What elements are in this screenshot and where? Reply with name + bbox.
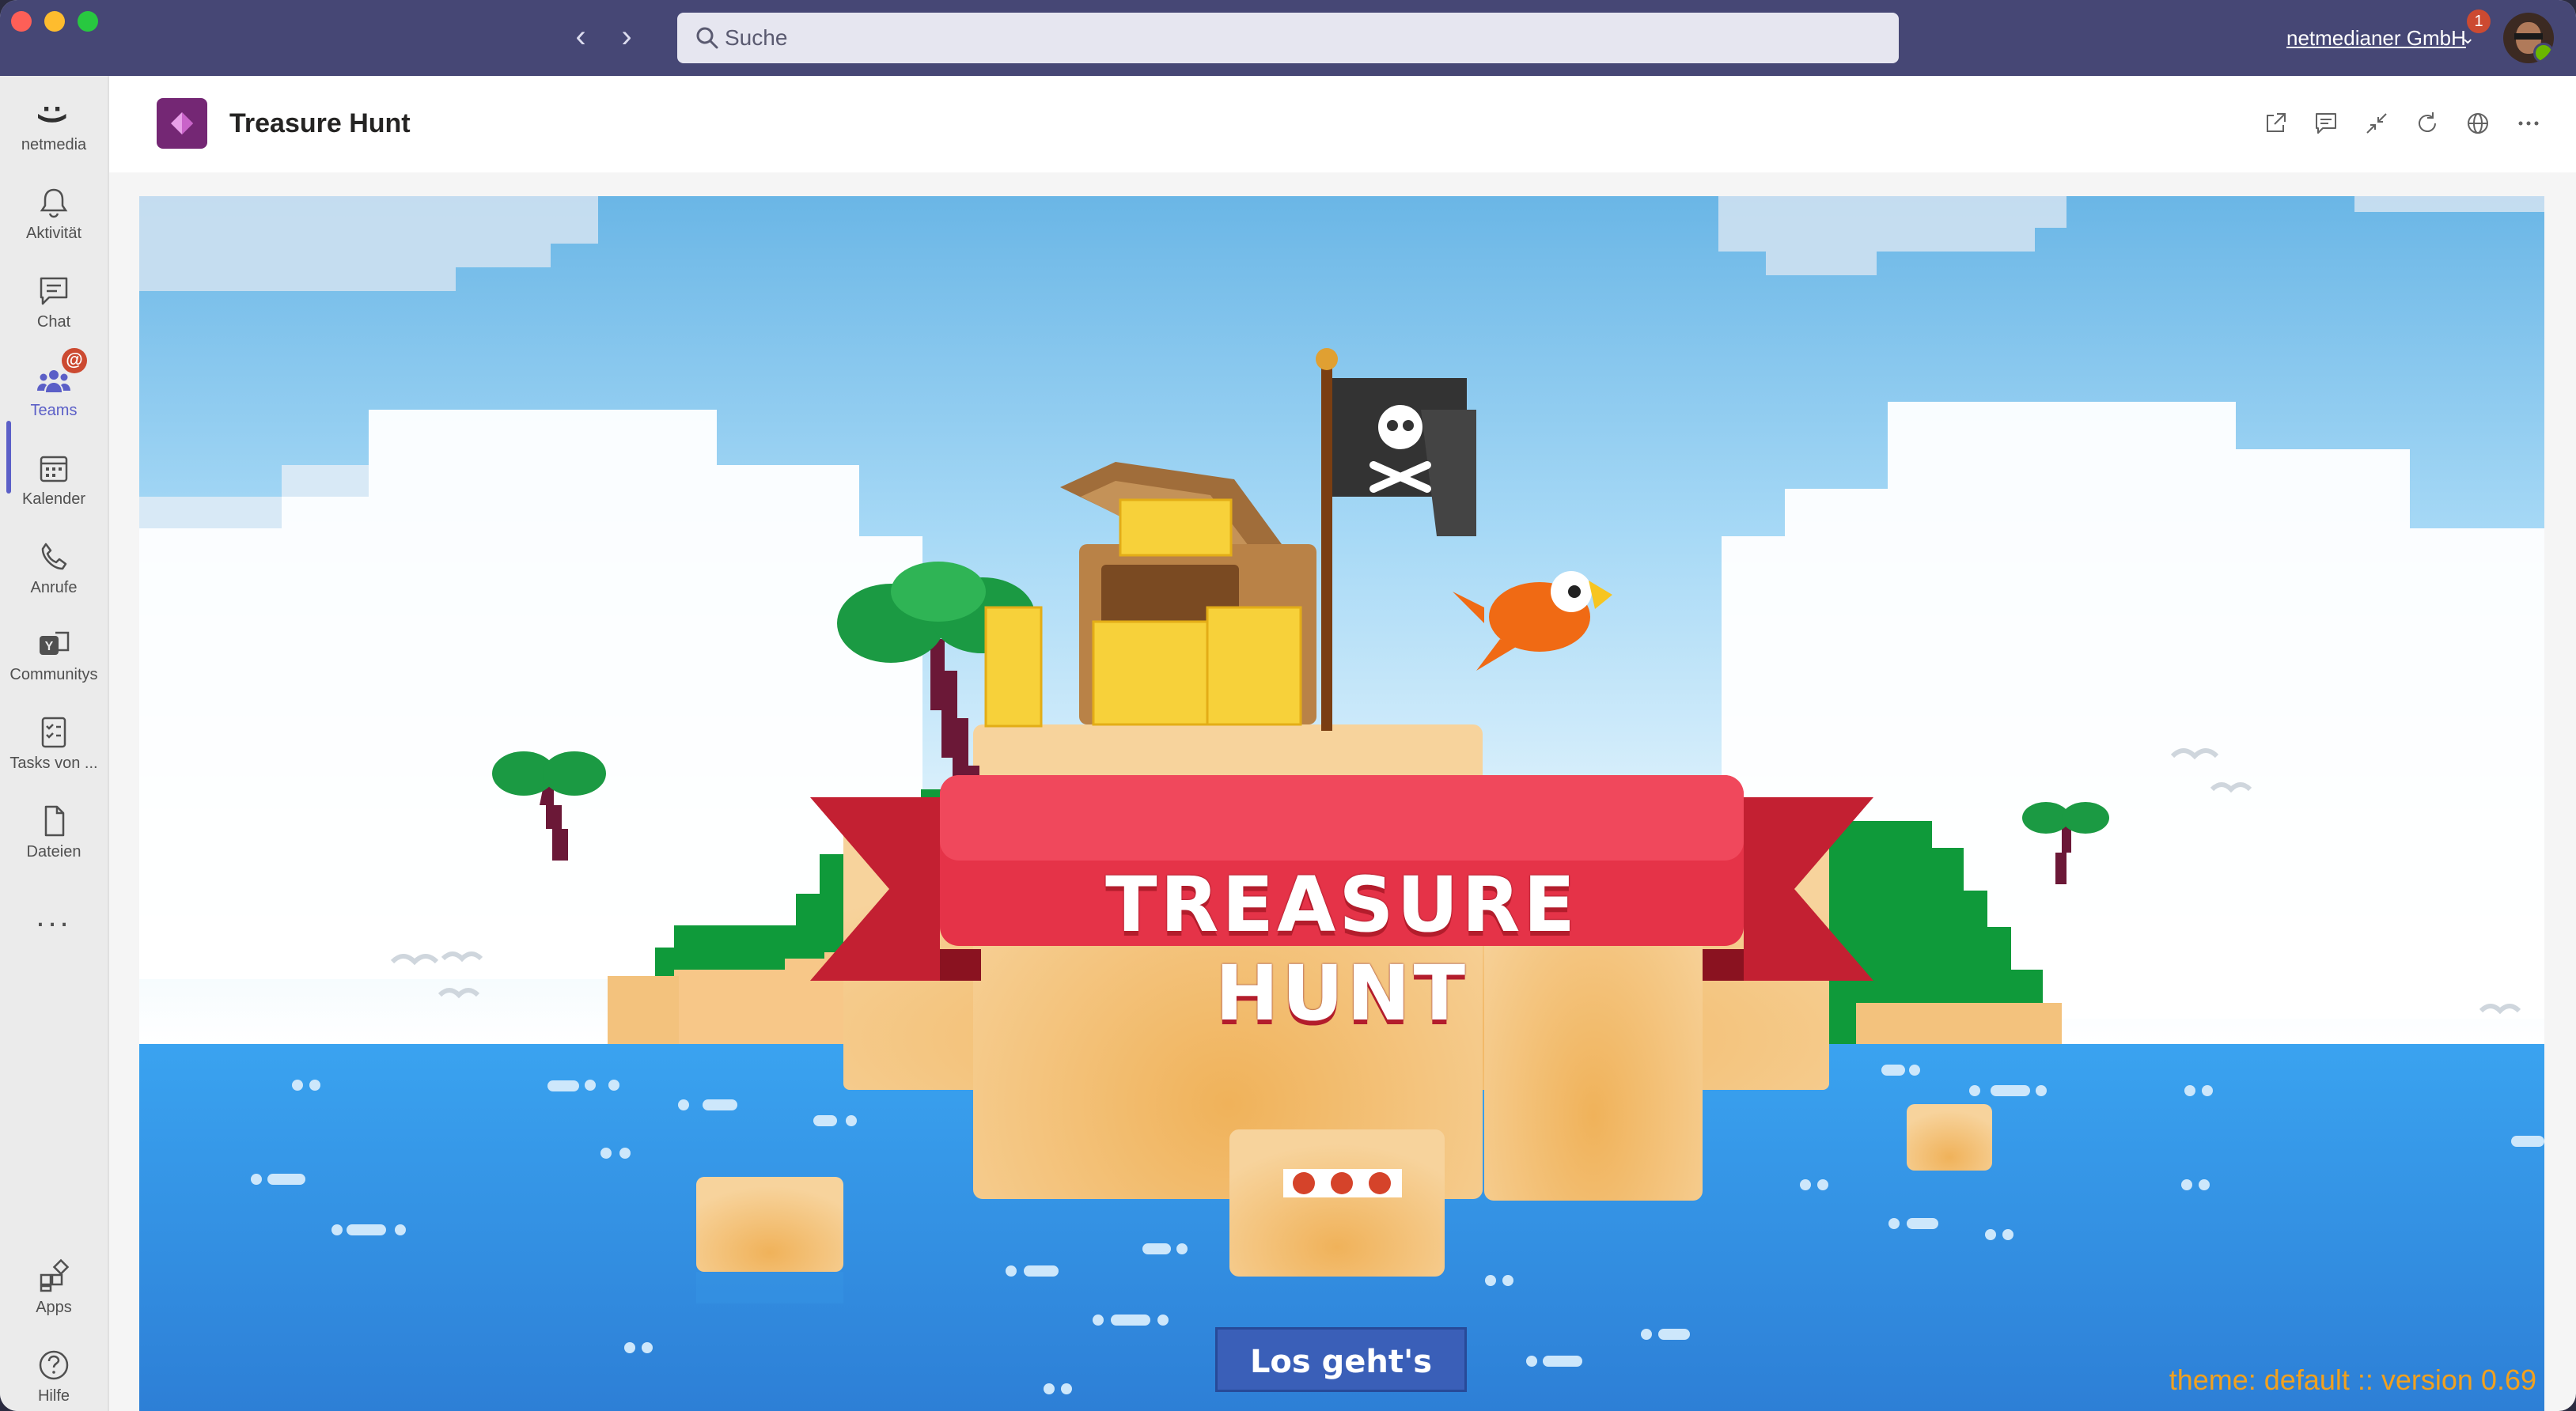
rail-item-label: Apps <box>36 1299 72 1316</box>
treasure-chest <box>984 462 1316 728</box>
help-icon <box>39 1350 69 1380</box>
back-button[interactable]: ‹ <box>563 19 598 54</box>
rail-item-label: Teams <box>30 402 78 419</box>
rail-item-label: Hilfe <box>37 1387 70 1405</box>
rail-item-communities[interactable]: Y Communitys <box>0 617 108 701</box>
rail-item-help[interactable]: Hilfe <box>0 1338 108 1411</box>
title-bar: ‹ › Suche netmedianer GmbH ⌄ 1 <box>0 0 2576 76</box>
more-apps-button[interactable]: ... <box>0 898 108 934</box>
mention-badge: @ <box>62 348 87 373</box>
rail-item-label: Anrufe <box>30 579 78 596</box>
close-window-button[interactable] <box>11 11 32 32</box>
presence-available-icon <box>2533 43 2554 63</box>
rail-item-label: Communitys <box>9 666 98 683</box>
zoom-window-button[interactable] <box>78 11 98 32</box>
rail-item-netmedia[interactable]: :) netmedia <box>0 87 108 171</box>
rail-item-calls[interactable]: Anrufe <box>0 530 108 614</box>
parrot <box>1453 571 1612 671</box>
minimize-window-button[interactable] <box>44 11 65 32</box>
organization-switcher[interactable]: netmedianer GmbH <box>2286 24 2466 52</box>
rail-item-calendar[interactable]: Kalender <box>0 441 108 525</box>
popout-icon[interactable] <box>2261 109 2290 138</box>
rail-item-teams[interactable]: Teams <box>0 353 108 437</box>
svg-text:Y: Y <box>45 640 54 653</box>
power-apps-logo-icon <box>157 98 207 149</box>
search-icon <box>696 27 718 49</box>
communities-icon: Y <box>40 631 70 655</box>
apps-icon <box>40 1258 70 1292</box>
app-header: Treasure Hunt <box>109 76 2576 172</box>
refresh-icon[interactable] <box>2413 109 2442 138</box>
teams-window: ‹ › Suche netmedianer GmbH ⌄ 1 :) netmed… <box>0 0 2576 1411</box>
phone-icon <box>41 543 67 570</box>
conversation-icon[interactable] <box>2312 109 2340 138</box>
rail-item-tasks[interactable]: Tasks von ... <box>0 706 108 789</box>
page-title: Treasure Hunt <box>229 108 411 138</box>
rail-item-files[interactable]: Dateien <box>0 794 108 878</box>
more-options-icon[interactable] <box>2514 109 2543 138</box>
calendar-icon <box>40 456 68 482</box>
rail-item-chat[interactable]: Chat <box>0 264 108 348</box>
rail-item-activity[interactable]: Aktivität <box>0 176 108 259</box>
rail-item-label: Aktivität <box>25 225 82 242</box>
collapse-icon[interactable] <box>2362 109 2391 138</box>
smiley-icon: :) <box>37 104 70 124</box>
avatar[interactable] <box>2503 13 2554 63</box>
notification-badge: 1 <box>2467 9 2491 33</box>
globe-icon[interactable] <box>2464 109 2492 138</box>
files-icon <box>44 805 65 837</box>
app-rail: :) netmedia Aktivität Chat Teams @ Kalen… <box>0 76 109 1411</box>
chat-icon <box>40 277 68 305</box>
rail-item-label: Tasks von ... <box>9 755 98 772</box>
tasks-icon <box>41 717 66 748</box>
start-game-button[interactable]: Los geht's <box>1215 1327 1467 1392</box>
island-scene <box>139 196 2544 1411</box>
game-title-banner: TREASURE HUNT <box>1105 861 1578 1038</box>
rail-item-label: netmedia <box>21 136 87 153</box>
rail-item-label: Chat <box>36 313 71 331</box>
rail-item-apps[interactable]: Apps <box>0 1250 108 1333</box>
rail-item-label: Kalender <box>21 490 86 508</box>
version-label: theme: default :: version 0.69 <box>2169 1364 2536 1396</box>
game-canvas[interactable]: TREASURE HUNT Los geht's theme: default … <box>139 196 2544 1411</box>
search-input[interactable]: Suche <box>677 13 1899 63</box>
rail-item-label: Dateien <box>26 843 81 861</box>
search-placeholder: Suche <box>725 25 788 50</box>
bell-icon <box>40 188 68 218</box>
forward-button[interactable]: › <box>609 19 644 54</box>
